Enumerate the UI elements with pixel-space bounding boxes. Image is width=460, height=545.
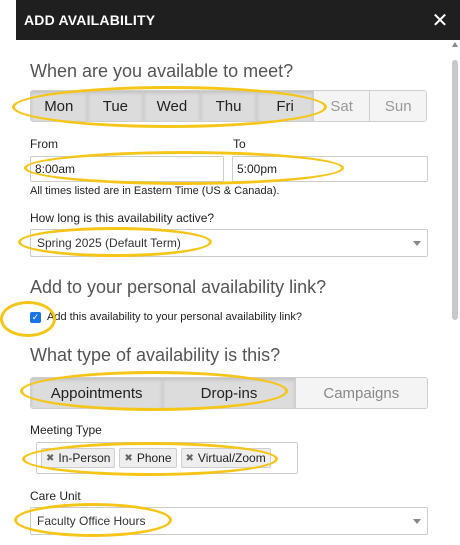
day-sun-button[interactable]: Sun <box>370 91 426 121</box>
care-unit-value: Faculty Office Hours <box>37 514 146 528</box>
active-term-select[interactable]: Spring 2025 (Default Term) <box>30 229 428 257</box>
day-thu-button[interactable]: Thu <box>200 91 258 121</box>
to-label: To <box>233 137 246 151</box>
timezone-note: All times listed are in Eastern Time (US… <box>30 185 280 197</box>
scroll-up-icon[interactable] <box>452 42 458 47</box>
day-selector: Mon Tue Wed Thu Fri Sat Sun <box>30 90 427 122</box>
meeting-type-label: Meeting Type <box>30 423 102 437</box>
care-unit-label: Care Unit <box>30 489 81 503</box>
scrollbar-thumb[interactable] <box>452 60 458 320</box>
meeting-type-tag: ✖ Phone <box>119 448 177 468</box>
meeting-type-input[interactable]: ✖ In-Person ✖ Phone ✖ Virtual/Zoom <box>36 442 298 474</box>
active-term-label: How long is this availability active? <box>30 211 215 225</box>
day-tue-button[interactable]: Tue <box>87 91 145 121</box>
add-availability-modal: ADD AVAILABILITY ✕ When are you availabl… <box>16 0 460 545</box>
background-strip <box>0 0 16 545</box>
day-wed-button[interactable]: Wed <box>144 91 201 121</box>
from-time-input[interactable] <box>30 156 224 182</box>
type-campaigns-button[interactable]: Campaigns <box>295 378 427 408</box>
to-time-input[interactable] <box>232 156 428 182</box>
care-unit-select[interactable]: Faculty Office Hours <box>30 507 428 535</box>
modal-content: When are you available to meet? Mon Tue … <box>30 40 440 545</box>
day-sat-button[interactable]: Sat <box>313 91 371 121</box>
chevron-down-icon <box>413 240 421 246</box>
type-dropins-button[interactable]: Drop-ins <box>163 378 296 408</box>
active-term-value: Spring 2025 (Default Term) <box>37 236 181 250</box>
day-mon-button[interactable]: Mon <box>31 91 88 121</box>
remove-tag-icon[interactable]: ✖ <box>46 453 54 464</box>
day-fri-button[interactable]: Fri <box>257 91 314 121</box>
modal-header: ADD AVAILABILITY ✕ <box>16 0 460 40</box>
close-icon[interactable]: ✕ <box>430 10 450 32</box>
meet-heading: When are you available to meet? <box>30 61 294 81</box>
meeting-type-tag: ✖ In-Person <box>41 448 116 468</box>
meeting-type-tag: ✖ Virtual/Zoom <box>180 448 271 468</box>
personal-link-label: Add this availability to your personal a… <box>47 311 302 323</box>
personal-link-row: ✓ Add this availability to your personal… <box>30 311 302 323</box>
modal-title: ADD AVAILABILITY <box>24 12 156 28</box>
remove-tag-icon[interactable]: ✖ <box>186 453 194 464</box>
availability-type-selector: Appointments Drop-ins Campaigns <box>30 377 428 409</box>
remove-tag-icon[interactable]: ✖ <box>124 453 132 464</box>
personal-link-checkbox[interactable]: ✓ <box>30 311 41 323</box>
type-appointments-button[interactable]: Appointments <box>31 378 164 408</box>
chevron-down-icon <box>413 518 421 524</box>
type-heading: What type of availability is this? <box>30 345 281 365</box>
from-label: From <box>30 137 58 151</box>
link-heading: Add to your personal availability link? <box>30 277 327 297</box>
